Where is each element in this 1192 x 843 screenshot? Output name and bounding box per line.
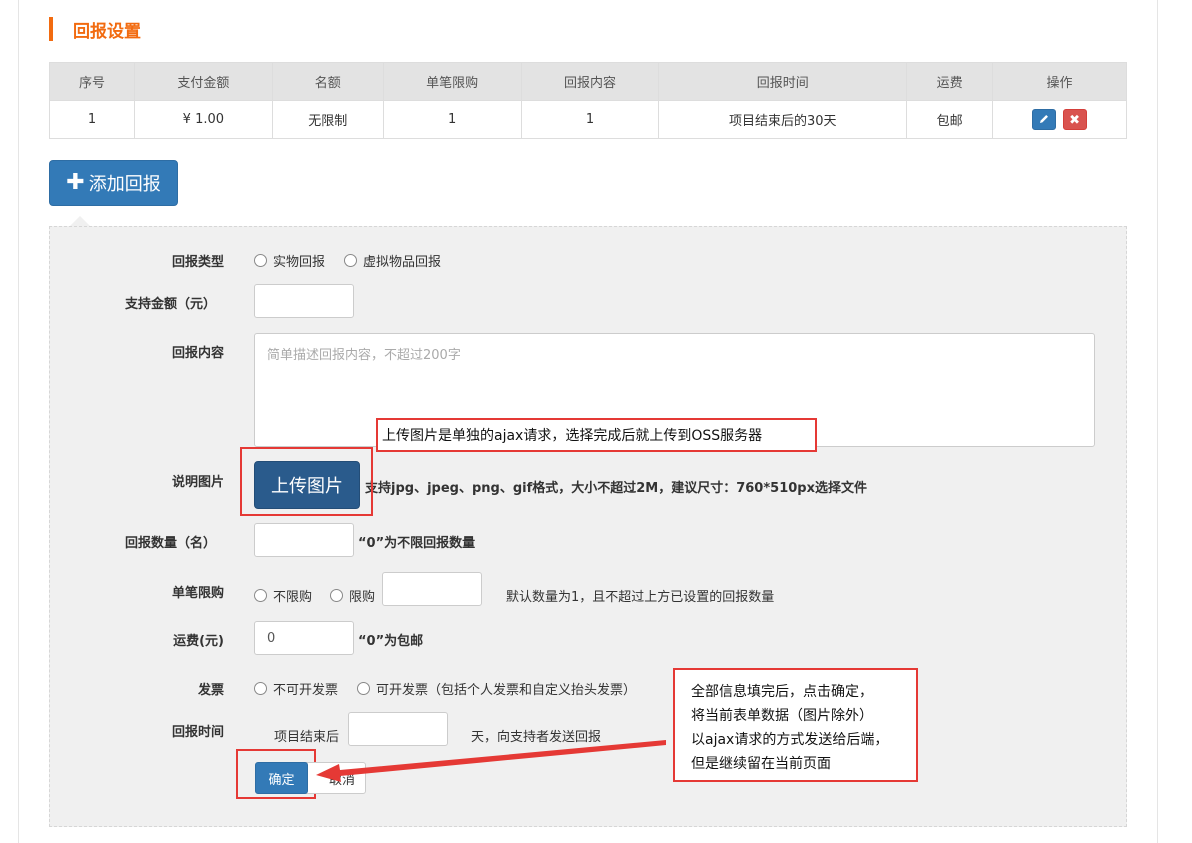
col-header-actions: 操作 [992, 62, 1127, 101]
col-header-time: 回报时间 [658, 62, 908, 101]
submit-annotation-line: 但是继续留在当前页面 [691, 756, 831, 772]
section-title: 回报设置 [73, 21, 141, 42]
cell-quota: 无限制 [271, 100, 384, 139]
support-amount-input[interactable] [254, 284, 354, 318]
radio-label: 限购 [349, 590, 376, 605]
col-header-limit: 单笔限购 [382, 62, 522, 101]
table-row: 1 ¥ 1.00 无限制 1 1 项目结束后的30天 包邮 ✖ [49, 100, 1127, 139]
radio-circle[interactable] [344, 254, 357, 267]
support-amount-label: 支持金额（元） [124, 297, 216, 312]
limit-quantity-input[interactable] [382, 572, 482, 606]
shipping-hint: “0”为包邮 [358, 634, 424, 649]
shipping-label: 运费(元) [173, 634, 224, 649]
cell-time: 项目结束后的30天 [658, 100, 908, 139]
submit-annotation: 全部信息填完后，点击确定， 将当前表单数据（图片除外） 以ajax请求的方式发送… [673, 668, 918, 782]
radio-label: 实物回报 [273, 255, 326, 270]
radio-label: 可开发票（包括个人发票和自定义抬头发票） [376, 683, 637, 698]
cell-index: 1 [49, 100, 135, 139]
shipping-input[interactable]: 0 [254, 621, 354, 655]
cell-actions: ✖ [992, 100, 1127, 139]
radio-no-invoice[interactable]: 不可开发票 [254, 679, 338, 698]
table-header-row: 序号 支付金额 名额 单笔限购 回报内容 回报时间 运费 操作 [49, 62, 1127, 101]
radio-circle[interactable] [330, 589, 343, 602]
plus-icon: ✚ [66, 170, 85, 195]
cell-amount: ¥ 1.00 [133, 100, 273, 139]
single-limit-hint: 默认数量为1，且不超过上方已设置的回报数量 [506, 590, 775, 605]
confirm-button[interactable]: 确定 [255, 762, 308, 794]
radio-virtual[interactable]: 虚拟物品回报 [344, 251, 441, 270]
reward-content-label: 回报内容 [171, 346, 224, 361]
reward-days-input[interactable] [348, 712, 448, 746]
add-reward-button[interactable]: ✚ 添加回报 [49, 160, 178, 206]
radio-label: 不可开发票 [273, 683, 339, 698]
radio-circle[interactable] [254, 682, 267, 695]
reward-time-suffix: 天，向支持者发送回报 [471, 730, 602, 745]
panel-pointer [70, 216, 90, 226]
submit-annotation-line: 全部信息填完后，点击确定， [691, 684, 873, 700]
col-header-content: 回报内容 [520, 62, 660, 101]
add-reward-label: 添加回报 [88, 174, 161, 195]
col-header-amount: 支付金额 [133, 62, 273, 101]
quantity-hint: “0”为不限回报数量 [358, 536, 476, 551]
close-icon: ✖ [1069, 113, 1081, 128]
section-header: 回报设置 [49, 16, 141, 42]
pencil-icon [1040, 115, 1049, 123]
radio-circle[interactable] [254, 254, 267, 267]
col-header-quota: 名额 [271, 62, 384, 101]
reward-table: 序号 支付金额 名额 单笔限购 回报内容 回报时间 运费 操作 1 ¥ 1.00… [49, 62, 1127, 139]
edit-button[interactable] [1032, 109, 1057, 130]
radio-invoice[interactable]: 可开发票（包括个人发票和自定义抬头发票） [357, 679, 636, 698]
upload-highlight-box [240, 447, 373, 516]
radio-physical[interactable]: 实物回报 [254, 251, 325, 270]
cell-shipping: 包邮 [906, 100, 994, 139]
quantity-input[interactable] [254, 523, 354, 557]
reward-time-label: 回报时间 [171, 725, 224, 740]
image-label: 说明图片 [171, 475, 224, 490]
cancel-button[interactable]: 取消 [302, 762, 366, 794]
cell-limit: 1 [382, 100, 522, 139]
radio-label: 不限购 [273, 590, 313, 605]
section-accent-bar [49, 17, 53, 41]
quantity-label: 回报数量（名） [124, 536, 216, 551]
reward-type-label: 回报类型 [171, 255, 224, 270]
delete-button[interactable]: ✖ [1062, 109, 1087, 130]
image-hint: 支持jpg、jpeg、png、gif格式，大小不超过2M，建议尺寸：760*51… [365, 481, 867, 496]
radio-label: 虚拟物品回报 [363, 255, 442, 270]
radio-limited[interactable]: 限购 [330, 586, 375, 605]
submit-annotation-line: 将当前表单数据（图片除外） [691, 708, 873, 724]
col-header-shipping: 运费 [906, 62, 994, 101]
radio-circle[interactable] [254, 589, 267, 602]
invoice-label: 发票 [197, 683, 224, 698]
single-limit-label: 单笔限购 [171, 586, 224, 601]
upload-annotation: 上传图片是单独的ajax请求，选择完成后就上传到OSS服务器 [376, 418, 817, 452]
radio-unlimited[interactable]: 不限购 [254, 586, 312, 605]
reward-time-prefix: 项目结束后 [274, 730, 340, 745]
radio-circle[interactable] [357, 682, 370, 695]
col-header-index: 序号 [49, 62, 135, 101]
submit-annotation-line: 以ajax请求的方式发送给后端， [691, 732, 889, 748]
cell-content: 1 [520, 100, 660, 139]
